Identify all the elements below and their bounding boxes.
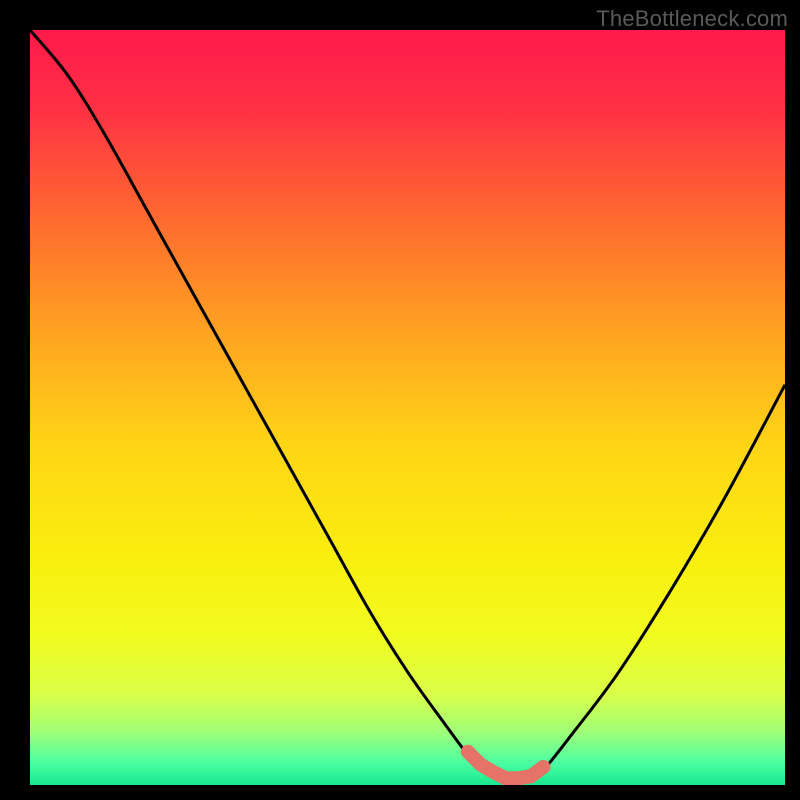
- bottleneck-chart: [30, 30, 785, 785]
- chart-svg: [30, 30, 785, 785]
- watermark-text: TheBottleneck.com: [596, 6, 788, 32]
- chart-container: TheBottleneck.com: [0, 0, 800, 800]
